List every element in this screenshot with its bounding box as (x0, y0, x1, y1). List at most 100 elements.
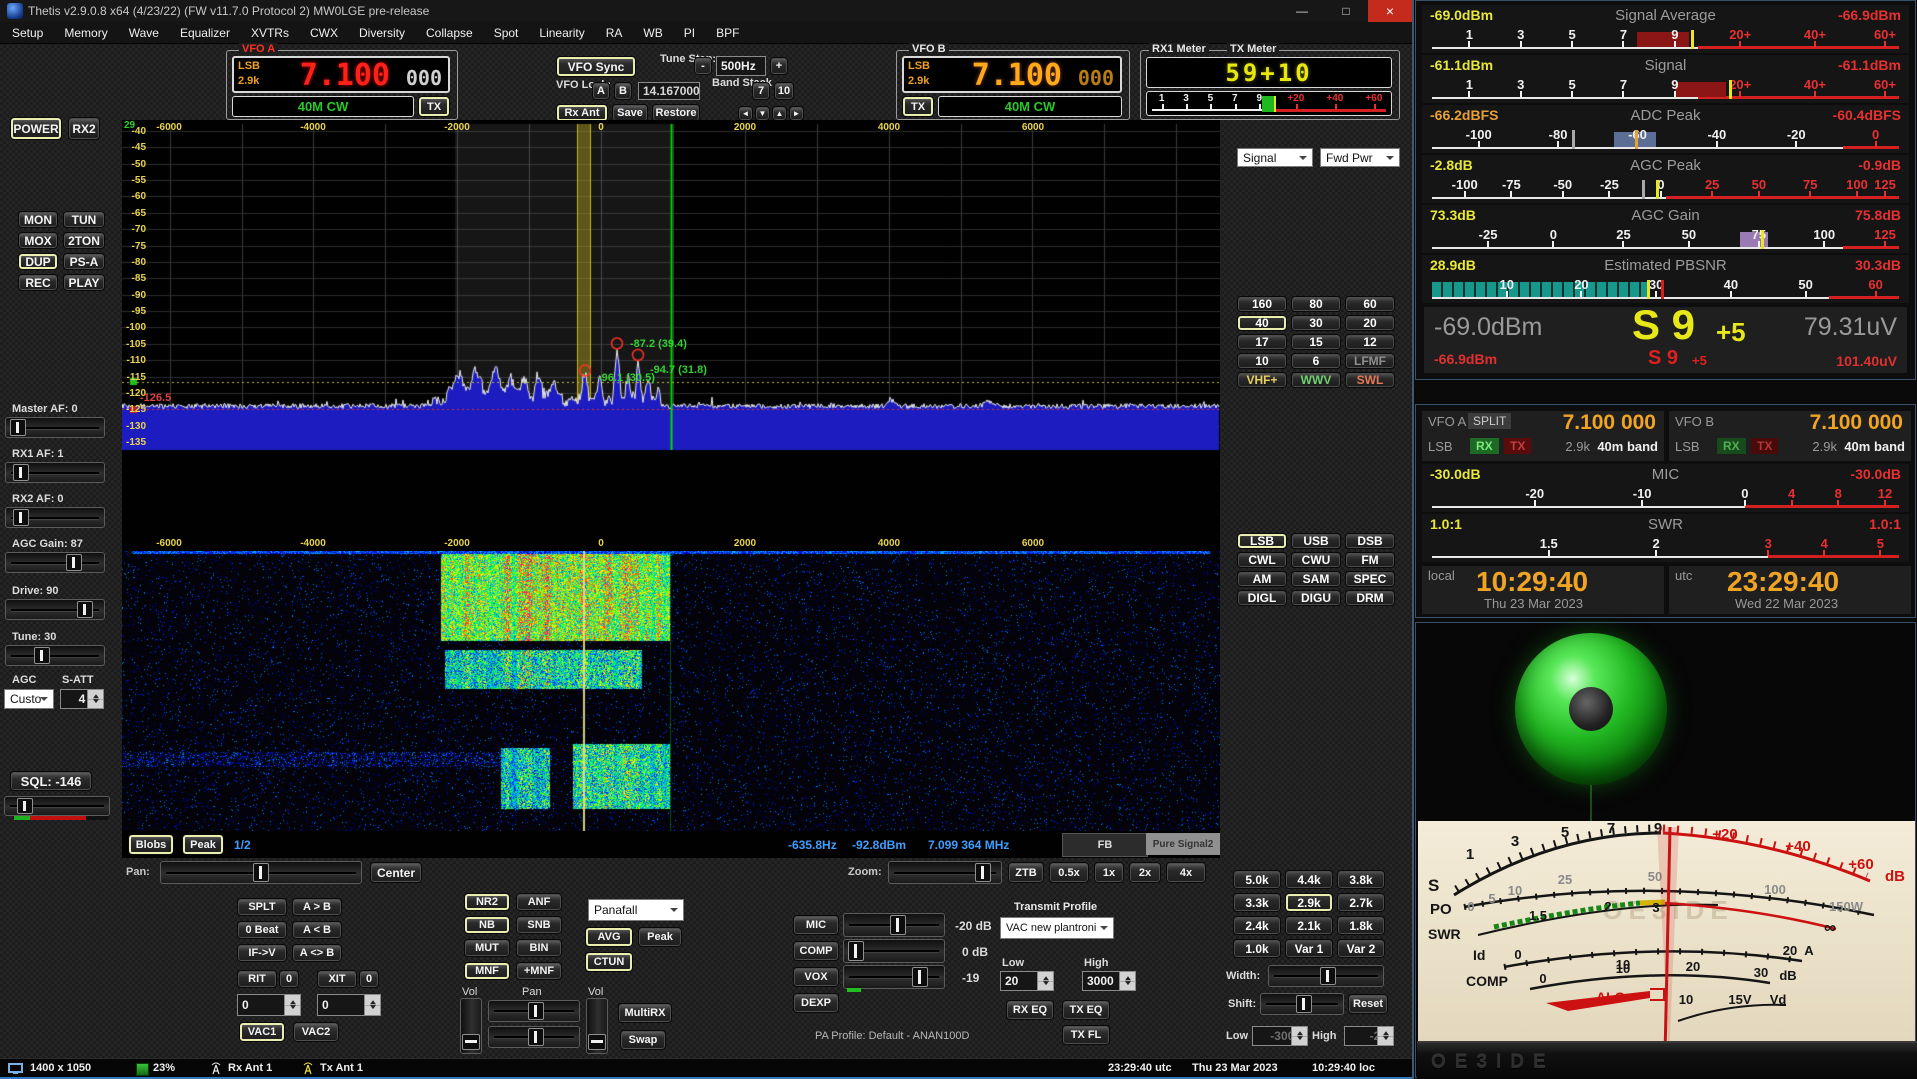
tun-button[interactable]: TUN (63, 211, 105, 228)
tx-meter-select[interactable]: Fwd Pwr (1320, 148, 1400, 167)
menu-bpf[interactable]: BPF (716, 26, 739, 40)
filter-27k[interactable]: 2.7k (1337, 893, 1385, 912)
ztb-button[interactable]: ZTB (1008, 862, 1044, 883)
slider-handle[interactable] (13, 509, 29, 526)
filter-33k[interactable]: 3.3k (1233, 893, 1281, 912)
plus-mnf-button[interactable]: +MNF (516, 962, 562, 980)
a-swap-b-button[interactable]: A <> B (292, 944, 342, 962)
pan-slider-handle[interactable] (253, 863, 269, 882)
high-spinner[interactable]: 3000 (1082, 971, 1136, 991)
mon-button[interactable]: MON (18, 211, 58, 228)
waterfall-canvas[interactable] (122, 551, 1220, 831)
slider-handle[interactable] (66, 554, 82, 571)
vox-slider[interactable] (843, 965, 945, 989)
sql-slider-handle[interactable] (17, 798, 33, 814)
xit-spinner-arrows[interactable] (364, 995, 380, 1015)
zoom-slider-handle[interactable] (975, 863, 991, 882)
zoom-05x-button[interactable]: 0.5x (1049, 862, 1089, 883)
menu-spot[interactable]: Spot (494, 26, 519, 40)
zoom-2x-button[interactable]: 2x (1129, 862, 1161, 883)
band-wwv[interactable]: WWV (1291, 372, 1341, 388)
menu-equalizer[interactable]: Equalizer (180, 26, 230, 40)
sql-button[interactable]: SQL: -146 (10, 771, 92, 791)
dexp-button[interactable]: DEXP (793, 993, 839, 1013)
split-badge[interactable]: SPLIT (1468, 413, 1511, 429)
arrow-right-button[interactable]: ► (789, 106, 804, 121)
filter-low-spinner[interactable]: -3000 (1252, 1026, 1308, 1046)
menu-xvtrs[interactable]: XVTRs (251, 26, 289, 40)
band-swl[interactable]: SWL (1345, 372, 1395, 388)
swap-button[interactable]: Swap (620, 1030, 666, 1050)
filter-high-spinner[interactable]: -20 (1344, 1026, 1394, 1046)
vfo-lock-b-button[interactable]: B (614, 82, 632, 100)
band-160[interactable]: 160 (1237, 296, 1287, 312)
mox-button[interactable]: MOX (18, 232, 58, 249)
mode-cwu[interactable]: CWU (1291, 552, 1341, 568)
vox-button[interactable]: VOX (793, 967, 839, 987)
mode-usb[interactable]: USB (1291, 533, 1341, 549)
xit-button[interactable]: XIT (317, 970, 357, 988)
arrow-down-button[interactable]: ▼ (755, 106, 770, 121)
band-40[interactable]: 40 (1237, 315, 1287, 331)
bin-button[interactable]: BIN (516, 939, 562, 957)
band-lfmf[interactable]: LFMF (1345, 353, 1395, 369)
band-80[interactable]: 80 (1291, 296, 1341, 312)
width-slider[interactable] (1268, 965, 1384, 987)
panadapter-display[interactable]: 29 -87.2 (39.4) -94.7 (31.8) -96.1 (30.5… (122, 120, 1220, 858)
mode-fm[interactable]: FM (1345, 552, 1395, 568)
mode-spec[interactable]: SPEC (1345, 571, 1395, 587)
filter-low-arrows[interactable] (1291, 1027, 1307, 1045)
menu-pi[interactable]: PI (684, 26, 695, 40)
agc-gain-slider[interactable] (5, 552, 105, 573)
blobs-button[interactable]: Blobs (128, 834, 174, 855)
tx-fl-button[interactable]: TX FL (1062, 1025, 1110, 1045)
zoom-1x-button[interactable]: 1x (1094, 862, 1124, 883)
rx2-pan-handle[interactable] (528, 1028, 544, 1046)
rx2-pan-slider[interactable] (488, 1026, 580, 1048)
rx1-pan-slider[interactable] (488, 1000, 580, 1022)
maximize-button[interactable]: □ (1324, 0, 1368, 22)
low-spinner-arrows[interactable] (1037, 972, 1053, 990)
filter-38k[interactable]: 3.8k (1337, 870, 1385, 889)
slider-handle[interactable] (77, 601, 93, 618)
menu-memory[interactable]: Memory (64, 26, 107, 40)
rx1-vol-handle[interactable] (462, 1034, 480, 1050)
menu-cwx[interactable]: CWX (310, 26, 338, 40)
spectrum-canvas[interactable] (122, 120, 1220, 548)
filter-44k[interactable]: 4.4k (1285, 870, 1333, 889)
filter-high-arrows[interactable] (1377, 1027, 1393, 1045)
fb-indicator[interactable]: FB (1062, 833, 1148, 857)
avg-button[interactable]: AVG (585, 927, 633, 947)
slider-handle[interactable] (10, 419, 26, 436)
multirx-button[interactable]: MultiRX (618, 1003, 672, 1023)
low-spinner[interactable]: 20 (1000, 971, 1054, 991)
arrow-left-button[interactable]: ◄ (738, 106, 753, 121)
b-to-a-button[interactable]: A < B (292, 921, 342, 939)
menu-ra[interactable]: RA (606, 26, 623, 40)
mode-dsb[interactable]: DSB (1345, 533, 1395, 549)
tune-step-plus-button[interactable]: + (770, 57, 788, 75)
menu-setup[interactable]: Setup (12, 26, 43, 40)
a-to-b-button[interactable]: A > B (292, 898, 342, 916)
agc-select[interactable]: Custo (4, 689, 54, 709)
menu-collapse[interactable]: Collapse (426, 26, 473, 40)
rx-meter-select[interactable]: Signal (1237, 148, 1313, 167)
close-button[interactable]: × (1368, 0, 1412, 22)
filter-1k[interactable]: 1.0k (1233, 939, 1281, 958)
band-10[interactable]: 10 (1237, 353, 1287, 369)
anf-button[interactable]: ANF (516, 893, 562, 911)
filter-29k[interactable]: 2.9k (1285, 893, 1333, 912)
shift-slider-handle[interactable] (1296, 995, 1312, 1013)
band-15[interactable]: 15 (1291, 334, 1341, 350)
mode-digl[interactable]: DIGL (1237, 590, 1287, 606)
transmit-profile-select[interactable]: VAC new plantroni (1000, 917, 1114, 939)
power-button[interactable]: POWER (10, 117, 62, 140)
band-stack-10-button[interactable]: 10 (774, 82, 794, 100)
xit-spinner[interactable]: 0 (317, 994, 381, 1016)
master-af-slider[interactable] (5, 417, 105, 438)
ctun-button[interactable]: CTUN (585, 952, 633, 972)
mode-drm[interactable]: DRM (1345, 590, 1395, 606)
sql-slider[interactable] (4, 796, 110, 816)
mode-digu[interactable]: DIGU (1291, 590, 1341, 606)
tx-eq-button[interactable]: TX EQ (1062, 1000, 1110, 1020)
